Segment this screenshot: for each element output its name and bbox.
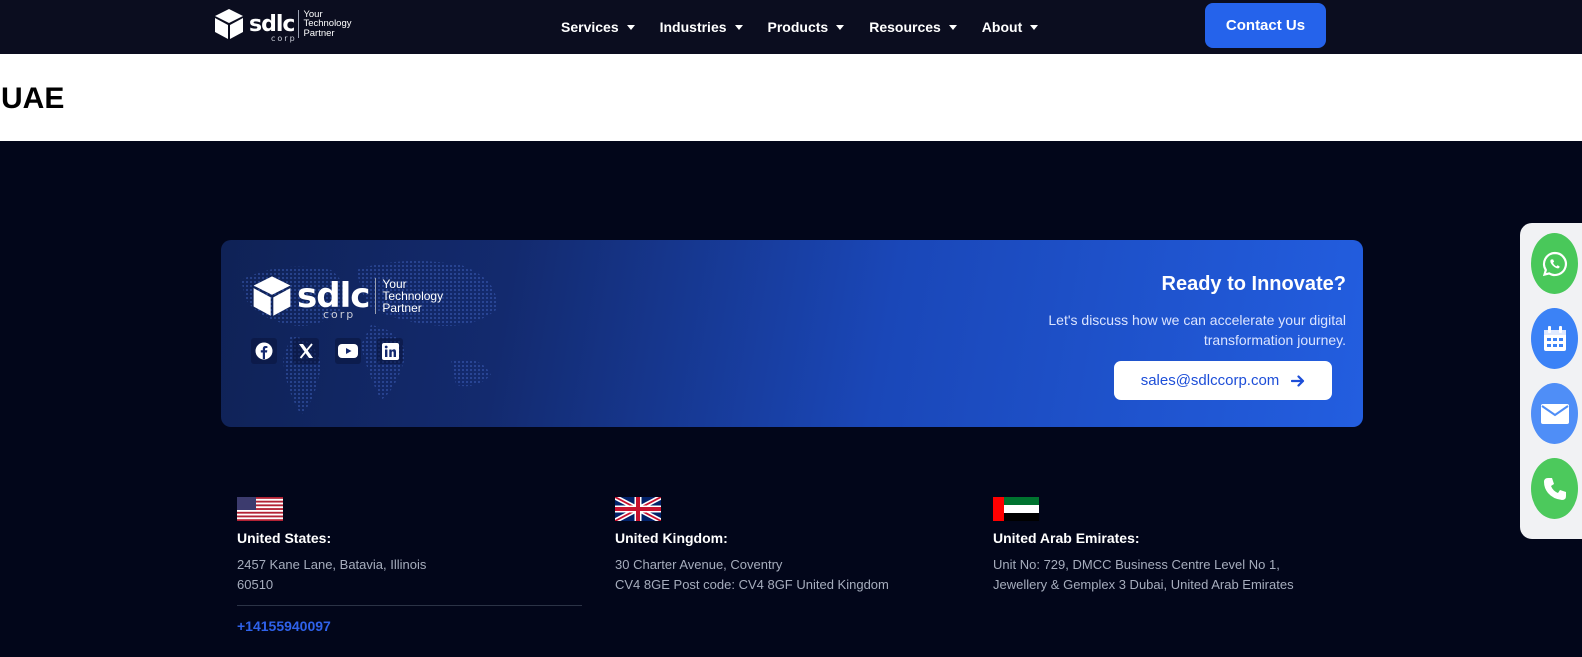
linkedin-icon[interactable] (377, 338, 403, 364)
social-links (251, 338, 403, 364)
cta-title: Ready to Innovate? (1161, 273, 1346, 295)
logo-wordmark: sdlc corp (297, 276, 370, 321)
office-united-states: United States: 2457 Kane Lane, Batavia, … (237, 497, 582, 636)
caret-down-icon (626, 24, 635, 30)
address-line-1: 30 Charter Avenue, Coventry (615, 557, 783, 572)
footer-sdlc-corp-logo[interactable]: sdlc corp Your Technology Partner (251, 271, 443, 321)
us-flag-icon (237, 497, 283, 521)
top-navigation-bar: sdlc corp Your Technology Partner Service… (0, 0, 1582, 54)
nav-about[interactable]: About (981, 19, 1039, 35)
caret-down-icon (948, 24, 957, 30)
address-line-2: CV4 8GE Post code: CV4 8GF United Kingdo… (615, 577, 889, 592)
office-united-kingdom: United Kingdom: 30 Charter Avenue, Coven… (615, 497, 960, 595)
logo-sub: corp (323, 308, 356, 321)
office-country: United Arab Emirates: (993, 530, 1140, 546)
world-map-icon (241, 261, 497, 415)
address-line-1: 2457 Kane Lane, Batavia, Illinois (237, 557, 427, 572)
whatsapp-button[interactable] (1531, 233, 1578, 294)
logo-sub: corp (271, 33, 297, 43)
mail-button[interactable] (1531, 383, 1578, 444)
x-icon[interactable] (293, 338, 319, 364)
phone-icon (1543, 477, 1566, 500)
calendar-button[interactable] (1531, 308, 1578, 369)
nav-services-label: Services (561, 19, 619, 35)
address-line-1: Unit No: 729, DMCC Business Centre Level… (993, 557, 1280, 572)
calendar-icon (1543, 325, 1566, 351)
floating-contact-bar (1520, 223, 1582, 539)
nav-about-label: About (981, 19, 1023, 35)
cube-logo-icon (215, 9, 243, 39)
cube-logo-icon (253, 276, 291, 316)
divider: +14155940097 (237, 605, 582, 636)
address-line-2: Jewellery & Gemplex 3 Dubai, United Arab… (993, 577, 1294, 592)
facebook-icon[interactable] (251, 338, 277, 364)
nav-products-label: Products (767, 19, 829, 35)
contact-us-button[interactable]: Contact Us (1205, 3, 1326, 48)
main-nav: Services Industries Products Resources A… (561, 0, 1039, 54)
nav-industries[interactable]: Industries (660, 19, 743, 35)
office-united-arab-emirates: United Arab Emirates: Unit No: 729, DMCC… (993, 497, 1338, 595)
email-label: sales@sdlccorp.com (1140, 372, 1280, 389)
tagline-line-3: Partner (382, 301, 422, 315)
uae-flag-icon (993, 497, 1039, 521)
nav-resources-label: Resources (869, 19, 941, 35)
nav-resources[interactable]: Resources (869, 19, 957, 35)
logo-tagline: Your Technology Partner (375, 278, 443, 314)
page-title: UAE (1, 82, 65, 115)
nav-products[interactable]: Products (768, 19, 845, 35)
nav-services[interactable]: Services (561, 19, 635, 35)
arrow-right-icon (1291, 374, 1305, 387)
address-line-2: 60510 (237, 577, 274, 592)
logo-tagline: Your Technology Partner (298, 10, 352, 39)
logo-wordmark: sdlc corp (249, 11, 297, 43)
nav-industries-label: Industries (659, 19, 727, 35)
office-address: 2457 Kane Lane, Batavia, Illinois 60510 (237, 555, 582, 595)
caret-down-icon (1030, 24, 1039, 30)
whatsapp-icon (1542, 251, 1567, 276)
tagline-line-3: Partner (303, 27, 335, 39)
email-button[interactable]: sales@sdlccorp.com (1114, 361, 1332, 400)
cta-subtitle: Let's discuss how we can accelerate your… (1048, 312, 1346, 348)
mail-icon (1540, 403, 1569, 424)
uk-flag-icon (615, 497, 661, 521)
office-address: Unit No: 729, DMCC Business Centre Level… (993, 555, 1338, 595)
phone-button[interactable] (1531, 458, 1578, 519)
caret-down-icon (734, 24, 743, 30)
sdlc-corp-logo[interactable]: sdlc corp Your Technology Partner (213, 7, 352, 43)
phone-link[interactable]: +14155940097 (237, 618, 331, 634)
office-address: 30 Charter Avenue, Coventry CV4 8GE Post… (615, 555, 960, 595)
youtube-icon[interactable] (335, 338, 361, 364)
office-country: United States: (237, 530, 332, 546)
office-country: United Kingdom: (615, 530, 728, 546)
page-title-section: UAE (0, 54, 1582, 141)
caret-down-icon (836, 24, 845, 30)
